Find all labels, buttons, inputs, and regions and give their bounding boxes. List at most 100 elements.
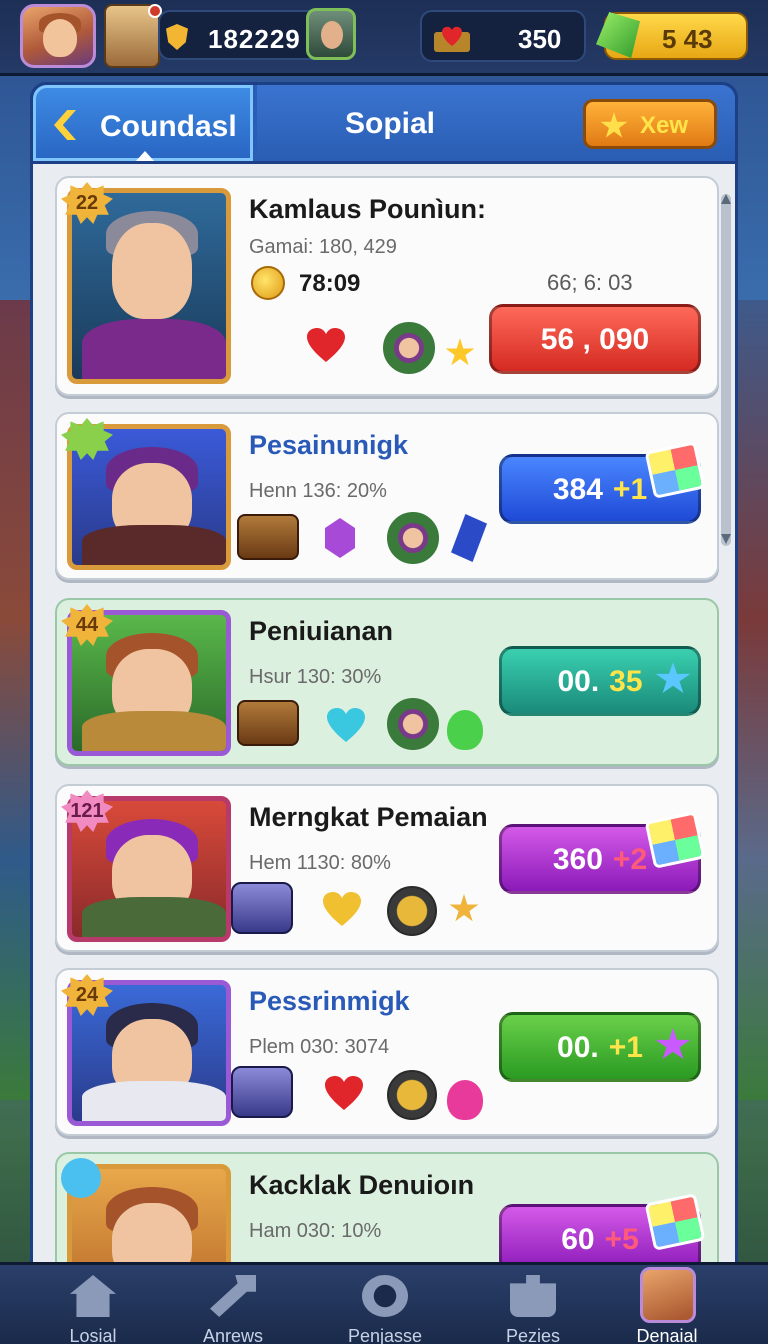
trophy-icon: [449, 894, 479, 922]
action-button-label: 56 , 090: [540, 323, 650, 356]
hearts-value: 350: [518, 24, 562, 54]
star-icon: [445, 338, 475, 366]
tab-active-indicator: [136, 151, 154, 161]
member-name: Merngkat Pemaian: [249, 802, 488, 832]
portrait-face: [112, 223, 192, 319]
member-stat: Ham 030: 10%: [249, 1220, 382, 1242]
action-button-label: 00.: [557, 665, 600, 698]
member-name: Peniuianan: [249, 616, 394, 646]
gems-counter[interactable]: 5 43: [596, 12, 748, 60]
nav-label: Losial: [69, 1326, 117, 1344]
star-icon: [600, 112, 628, 138]
tab-social[interactable]: Sopial Xew: [257, 85, 735, 161]
heart-icon: [307, 328, 345, 364]
chevron-left-icon[interactable]: [54, 110, 76, 140]
portrait-body: [82, 897, 226, 937]
list-item[interactable]: 121 Merngkat Pemaian Hem 1130: 80% 360 +2: [55, 784, 719, 952]
scrollbar[interactable]: [721, 194, 731, 546]
list-item[interactable]: 24 Pessrinmigk Plem 030: 3074 00. +1: [55, 968, 719, 1136]
action-button[interactable]: 56 , 090: [489, 304, 701, 374]
action-button-label: 00.: [557, 1031, 599, 1064]
member-stat: Henn 136: 20%: [249, 480, 387, 502]
puzzle-icon: [510, 1275, 556, 1317]
top-bar: 182229 350 5 43: [0, 0, 768, 76]
level-badge: [61, 1158, 101, 1198]
player-avatar[interactable]: [20, 4, 96, 68]
new-button-label: Xew: [640, 112, 689, 139]
member-list-panel[interactable]: 22 Kamlaus Pounìun: Gamai: 180, 429 78:0…: [30, 164, 738, 1264]
friend-avatar[interactable]: [306, 8, 356, 60]
chest-icon: [237, 514, 299, 560]
gear-icon: [362, 1275, 408, 1317]
action-button-bonus: +2: [612, 843, 648, 876]
member-stat: Plem 030: 3074: [249, 1036, 390, 1058]
member-name: Kacklak Denuioın: [249, 1170, 475, 1200]
potion-icon: [447, 710, 483, 750]
action-button-bonus: 35: [609, 665, 643, 698]
profile-avatar: [640, 1267, 696, 1323]
nav-item-anrews[interactable]: Anrews: [178, 1271, 288, 1344]
portrait-body: [82, 1081, 226, 1121]
tab-council[interactable]: Coundasl: [33, 85, 253, 161]
medal-icon: [387, 886, 437, 936]
friend-face: [321, 21, 343, 49]
gem-icon: [325, 518, 355, 558]
chest-icon: [231, 1066, 293, 1118]
list-item[interactable]: 22 Kamlaus Pounìun: Gamai: 180, 429 78:0…: [55, 176, 719, 396]
action-button-bonus: +1: [612, 473, 648, 506]
heart-icon: [327, 708, 365, 744]
member-stat: Gamai: 180, 429: [249, 236, 397, 258]
tab-social-label: Sopial: [345, 107, 436, 140]
medal-icon: [387, 1070, 437, 1120]
nav-item-penjasse[interactable]: Penjasse: [330, 1271, 440, 1344]
action-button-bonus: +1: [608, 1031, 643, 1064]
member-name: Pesainunigk: [249, 430, 409, 460]
member-name: Pessrinmigk: [249, 986, 410, 1016]
list-item[interactable]: Kacklak Denuioın Ham 030: 10% 60 +5: [55, 1152, 719, 1264]
list-item[interactable]: 44 Peniuianan Hsur 130: 30% 00. 35: [55, 598, 719, 766]
tab-bar: Coundasl Sopial Xew: [30, 82, 738, 164]
member-stat: Hem 1130: 80%: [249, 852, 391, 874]
coins-value: 182229: [208, 24, 301, 54]
member-stat: Hsur 130: 30%: [249, 666, 382, 688]
nav-item-pezies[interactable]: Pezies: [478, 1271, 588, 1344]
portrait-body: [82, 319, 226, 379]
action-button-bonus: +5: [604, 1223, 639, 1256]
action-button-label: 60: [561, 1223, 595, 1256]
gems-value: 5 43: [662, 24, 713, 54]
gem-icon: [596, 12, 640, 58]
new-button[interactable]: Xew: [583, 99, 717, 149]
rank-badge[interactable]: [104, 4, 162, 68]
portrait-face: [112, 1203, 192, 1264]
nav-item-losial[interactable]: Losial: [38, 1271, 148, 1344]
tab-council-label: Coundasl: [100, 110, 237, 143]
nav-label: Penjasse: [347, 1326, 423, 1344]
hearts-chest-icon: [434, 26, 470, 52]
potion-icon: [447, 1080, 483, 1120]
portrait-body: [82, 525, 226, 565]
character-icon: [387, 698, 439, 750]
heart-icon: [323, 892, 361, 928]
nav-item-denaial[interactable]: Denaial: [612, 1267, 722, 1344]
timer-value: 78:09: [299, 270, 361, 297]
home-icon: [70, 1275, 116, 1317]
heart-icon: [325, 1076, 363, 1112]
nav-label: Denaial: [636, 1326, 698, 1344]
nav-label: Pezies: [505, 1326, 561, 1344]
shield-icon: [166, 24, 188, 50]
portrait-body: [82, 711, 226, 751]
action-button-label: 384: [552, 473, 603, 506]
character-icon: [383, 322, 435, 374]
secondary-stat: 66; 6: 03: [547, 270, 633, 295]
crystal-icon: [451, 514, 487, 562]
hearts-counter[interactable]: 350: [420, 10, 586, 62]
coin-icon: [251, 266, 285, 300]
character-icon: [387, 512, 439, 564]
action-button-label: 360: [552, 843, 603, 876]
chest-icon: [237, 700, 299, 746]
nav-label: Anrews: [202, 1326, 264, 1344]
wrench-icon: [210, 1275, 256, 1317]
member-name: Kamlaus Pounìun:: [249, 194, 487, 224]
list-item[interactable]: Pesainunigk Henn 136: 20% 384 +1: [55, 412, 719, 580]
bottom-navigation: Losial Anrews Penjasse Pezies Denaial: [0, 1262, 768, 1344]
